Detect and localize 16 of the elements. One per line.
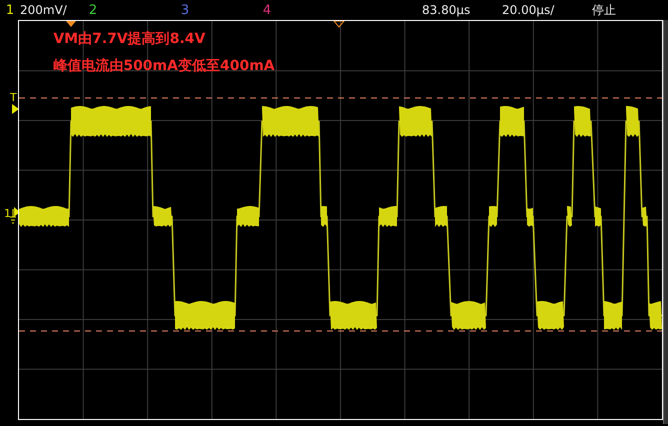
scrollbar[interactable]	[663, 20, 668, 424]
annotation-text: 峰值电流由500mA变低至400mA	[53, 57, 275, 75]
center-marker-icon	[333, 21, 346, 28]
channel-label[interactable]: 3	[175, 2, 195, 18]
cursor-line[interactable]	[19, 330, 662, 332]
vertical-scale: 200mV/	[20, 3, 68, 17]
channel-label[interactable]: 1	[0, 2, 20, 18]
trigger-level-label: T	[10, 92, 17, 103]
annotation-text: VM由7.7V提高到8.4V	[53, 30, 206, 48]
channel-label[interactable]: 4	[257, 2, 277, 18]
timebase: 20.00μs/	[502, 3, 556, 17]
trigger-delay: 83.80μs	[422, 3, 472, 17]
trigger-level-icon[interactable]	[12, 104, 19, 114]
channel-label[interactable]: 2	[83, 2, 103, 18]
channel-marker-label: 1	[4, 208, 11, 219]
run-status[interactable]: 停止	[592, 2, 616, 18]
